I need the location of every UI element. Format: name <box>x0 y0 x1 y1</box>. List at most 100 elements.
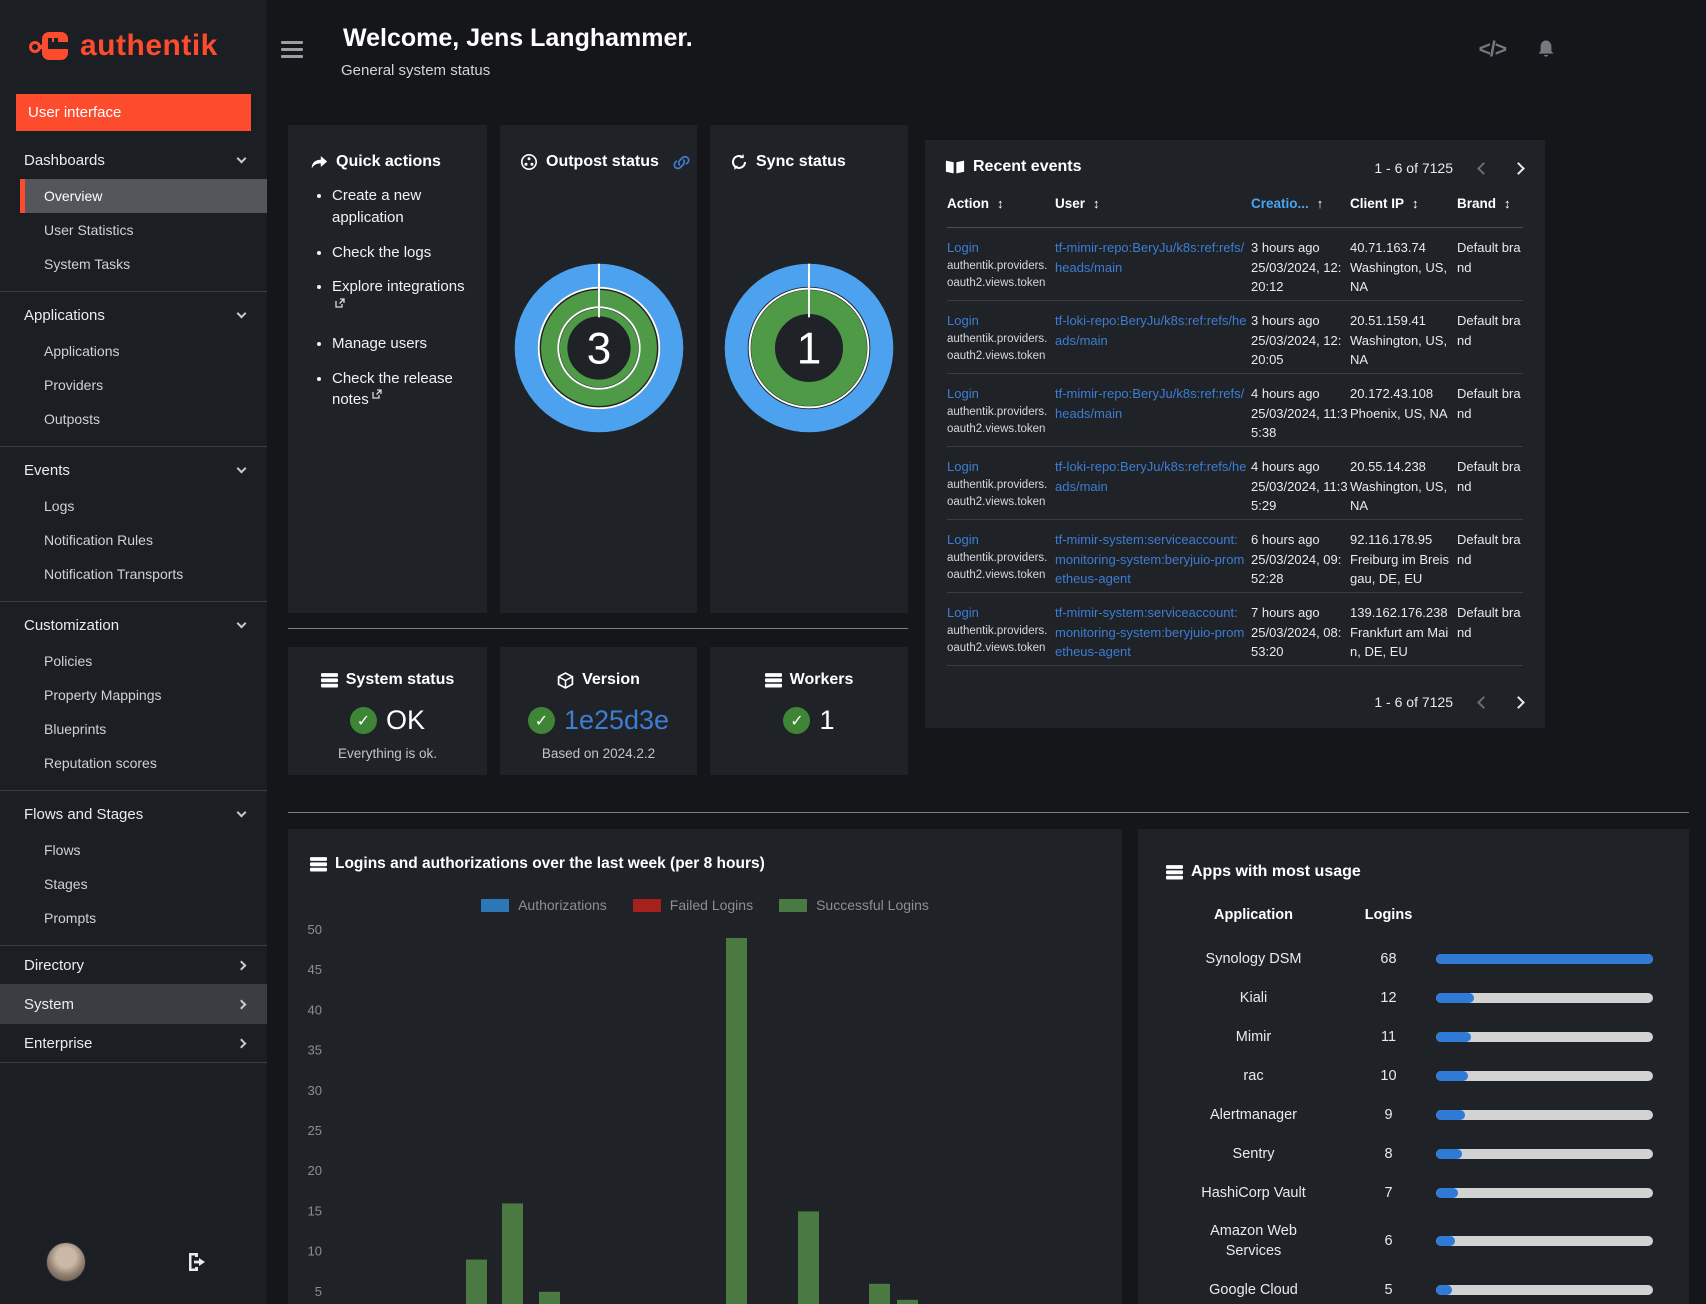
pagination-prev-icon[interactable] <box>1477 695 1490 709</box>
column-header-action[interactable]: Action ↕ <box>947 196 1004 211</box>
sidebar-item-notification-rules[interactable]: Notification Rules <box>0 523 267 557</box>
sidebar-item-user-statistics[interactable]: User Statistics <box>0 213 267 247</box>
hamburger-menu-icon[interactable] <box>281 41 303 58</box>
events-pagination-bottom: 1 - 6 of 7125 <box>1374 694 1525 710</box>
chart-bar <box>897 1299 918 1304</box>
nav-group-header-dashboards[interactable]: Dashboards <box>0 141 267 179</box>
sort-icon[interactable]: ↕ <box>1504 196 1511 211</box>
pagination-next-icon[interactable] <box>1512 695 1525 709</box>
sort-icon[interactable]: ↕ <box>1412 196 1419 211</box>
notifications-bell-icon[interactable] <box>1534 38 1558 62</box>
event-user-link[interactable]: tf-mimir-repo:BeryJu/k8s:ref:refs/heads/… <box>1055 384 1247 423</box>
quick-action-manage-users[interactable]: Manage users <box>332 333 473 355</box>
chart-bar <box>798 1211 819 1304</box>
sidebar-item-flows[interactable]: Flows <box>0 833 267 867</box>
usage-progressbar <box>1436 1148 1653 1159</box>
quick-action-create-application[interactable]: Create a new application <box>332 185 473 229</box>
sidebar-item-system-tasks[interactable]: System Tasks <box>0 247 267 281</box>
event-action-link[interactable]: Login <box>947 386 979 401</box>
nav-group-applications: Applications Applications Providers Outp… <box>0 292 267 447</box>
event-user-link[interactable]: tf-loki-repo:BeryJu/k8s:ref:refs/heads/m… <box>1055 457 1247 496</box>
event-brand: Default brand <box>1457 240 1521 275</box>
authentik-logo-icon <box>29 32 72 60</box>
event-action-link[interactable]: Login <box>947 605 979 620</box>
nav-group-events: Events Logs Notification Rules Notificat… <box>0 447 267 602</box>
logo-wordmark: authentik <box>80 29 218 62</box>
nav-group-header-system[interactable]: System <box>0 985 267 1023</box>
svg-text:30: 30 <box>308 1083 322 1098</box>
page-subtitle: General system status <box>341 62 491 79</box>
nav-group-system: System <box>0 985 267 1024</box>
column-header-brand[interactable]: Brand ↕ <box>1457 196 1511 211</box>
sidebar-item-blueprints[interactable]: Blueprints <box>0 712 267 746</box>
event-action-link[interactable]: Login <box>947 313 979 328</box>
column-header-client-ip[interactable]: Client IP ↕ <box>1350 196 1419 211</box>
outpost-link-icon[interactable] <box>673 154 690 171</box>
quick-action-check-logs[interactable]: Check the logs <box>332 242 473 264</box>
usage-row-amazon-web-services: Amazon Web Services 6 <box>1166 1212 1661 1270</box>
sidebar-item-logs[interactable]: Logs <box>0 489 267 523</box>
event-action-link[interactable]: Login <box>947 532 979 547</box>
event-user-link[interactable]: tf-mimir-repo:BeryJu/k8s:ref:refs/heads/… <box>1055 238 1247 277</box>
chart-bar <box>466 1259 487 1304</box>
event-brand: Default brand <box>1457 532 1521 567</box>
version-title: Version <box>582 671 640 688</box>
event-client-ip: 20.51.159.41 Washington, US, NA <box>1350 313 1448 367</box>
usage-progressbar <box>1436 1070 1653 1081</box>
nav-group-header-flows-and-stages[interactable]: Flows and Stages <box>0 795 267 833</box>
pagination-label: 1 - 6 of 7125 <box>1374 694 1453 710</box>
usage-row-synology-dsm: Synology DSM 68 <box>1166 939 1661 978</box>
version-value-link[interactable]: 1e25d3e <box>564 705 669 736</box>
event-brand: Default brand <box>1457 605 1521 640</box>
column-header-creation-date[interactable]: Creatio... ↑ <box>1251 196 1323 211</box>
event-user-link[interactable]: tf-mimir-system:serviceaccount:monitorin… <box>1055 530 1247 589</box>
sidebar-item-providers[interactable]: Providers <box>0 368 267 402</box>
event-action-link[interactable]: Login <box>947 240 979 255</box>
event-client-ip: 40.71.163.74 Washington, US, NA <box>1350 240 1448 294</box>
column-header-logins: Logins <box>1364 907 1413 924</box>
sidebar-item-reputation-scores[interactable]: Reputation scores <box>0 746 267 780</box>
nav-group-customization: Customization Policies Property Mappings… <box>0 602 267 791</box>
sort-icon[interactable]: ↕ <box>997 196 1004 211</box>
quick-action-explore-integrations[interactable]: Explore integrations <box>332 276 473 320</box>
sidebar-item-applications[interactable]: Applications <box>0 334 267 368</box>
sidebar-item-property-mappings[interactable]: Property Mappings <box>0 678 267 712</box>
event-action-link[interactable]: Login <box>947 459 979 474</box>
apps-usage-card: Apps with most usage Application Logins … <box>1138 829 1689 1304</box>
event-user-link[interactable]: tf-loki-repo:BeryJu/k8s:ref:refs/heads/m… <box>1055 311 1247 350</box>
logins-chart-svg: 50 45 40 35 30 25 20 15 10 5 <box>308 922 918 1304</box>
sort-asc-icon[interactable]: ↑ <box>1317 196 1324 211</box>
workers-value: 1 <box>819 705 835 735</box>
api-code-icon[interactable]: </> <box>1479 38 1507 62</box>
quick-action-release-notes[interactable]: Check the release notes <box>332 368 473 412</box>
events-table-body: Login authentik.providers.oauth2.views.to… <box>947 228 1523 666</box>
usage-progressbar <box>1436 992 1653 1003</box>
sidebar-item-overview[interactable]: Overview <box>20 179 267 213</box>
user-interface-button[interactable]: User interface <box>16 94 251 131</box>
avatar[interactable] <box>46 1242 86 1282</box>
sidebar-item-stages[interactable]: Stages <box>0 867 267 901</box>
nav-group-header-applications[interactable]: Applications <box>0 296 267 334</box>
nav-group-header-directory[interactable]: Directory <box>0 946 267 984</box>
event-context: authentik.providers.oauth2.views.token <box>947 478 1048 508</box>
column-header-user[interactable]: User ↕ <box>1055 196 1100 211</box>
nav-group-header-enterprise[interactable]: Enterprise <box>0 1024 267 1062</box>
sync-status-donut: 1 <box>710 257 908 439</box>
outpost-status-value: 3 <box>586 324 611 373</box>
sidebar-item-notification-transports[interactable]: Notification Transports <box>0 557 267 591</box>
check-circle-icon: ✓ <box>349 707 377 734</box>
section-divider <box>288 812 1689 813</box>
nav-group-header-events[interactable]: Events <box>0 451 267 489</box>
nav-group-header-customization[interactable]: Customization <box>0 606 267 644</box>
sidebar-item-outposts[interactable]: Outposts <box>0 402 267 436</box>
system-status-value: OK <box>385 705 425 735</box>
pagination-prev-icon[interactable] <box>1477 161 1490 175</box>
sort-icon[interactable]: ↕ <box>1093 196 1100 211</box>
event-user-link[interactable]: tf-mimir-system:serviceaccount:monitorin… <box>1055 603 1247 662</box>
pagination-next-icon[interactable] <box>1512 161 1525 175</box>
nav-group-directory: Directory <box>0 946 267 985</box>
apps-usage-title: Apps with most usage <box>1191 863 1361 880</box>
sidebar-item-prompts[interactable]: Prompts <box>0 901 267 935</box>
sidebar-item-policies[interactable]: Policies <box>0 644 267 678</box>
sign-out-icon[interactable] <box>187 1251 211 1273</box>
